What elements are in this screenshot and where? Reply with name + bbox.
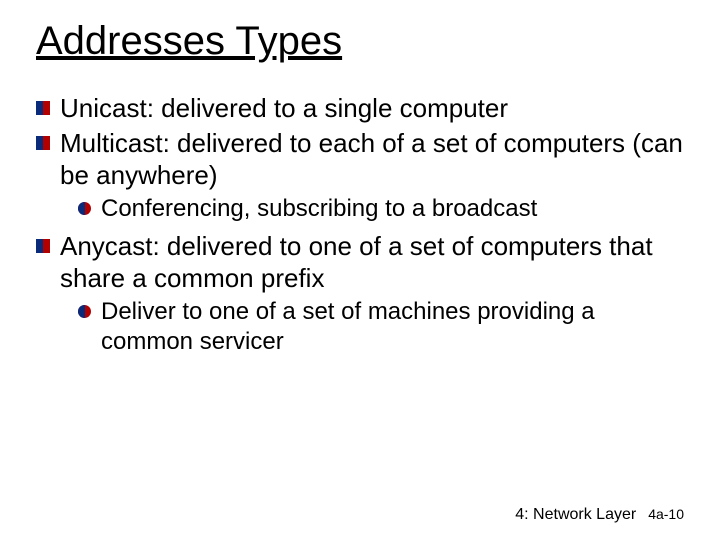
bullet-text: Anycast: delivered to one of a set of co… [60, 230, 684, 295]
square-bullet-icon [36, 239, 50, 253]
sub-bullet-deliver: Deliver to one of a set of machines prov… [78, 297, 684, 357]
square-bullet-icon [36, 136, 50, 150]
footer-section: 4: Network Layer [515, 506, 636, 524]
bullet-text: Unicast: delivered to a single computer [60, 92, 684, 125]
footer-page-number: 4a-10 [648, 506, 684, 522]
bullet-anycast: Anycast: delivered to one of a set of co… [36, 230, 684, 295]
bullet-multicast: Multicast: delivered to each of a set of… [36, 127, 684, 192]
slide-footer: 4: Network Layer 4a-10 [515, 506, 684, 524]
bullet-text: Multicast: delivered to each of a set of… [60, 127, 684, 192]
circle-bullet-icon [78, 202, 91, 215]
bullet-text: Deliver to one of a set of machines prov… [101, 297, 684, 357]
square-bullet-icon [36, 101, 50, 115]
slide-title: Addresses Types [36, 18, 684, 64]
slide-content: Unicast: delivered to a single computer … [36, 92, 684, 357]
bullet-unicast: Unicast: delivered to a single computer [36, 92, 684, 125]
multicast-subitems: Conferencing, subscribing to a broadcast [78, 194, 684, 224]
circle-bullet-icon [78, 305, 91, 318]
bullet-text: Conferencing, subscribing to a broadcast [101, 194, 684, 224]
anycast-subitems: Deliver to one of a set of machines prov… [78, 297, 684, 357]
sub-bullet-conferencing: Conferencing, subscribing to a broadcast [78, 194, 684, 224]
slide: Addresses Types Unicast: delivered to a … [0, 0, 720, 540]
